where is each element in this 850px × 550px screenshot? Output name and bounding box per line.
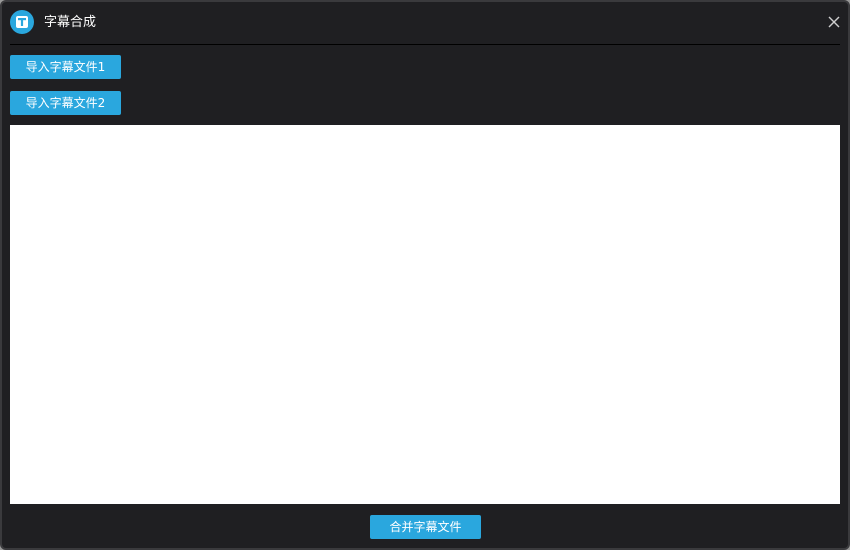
import-subtitle-1-button[interactable]: 导入字幕文件1 xyxy=(10,55,121,79)
app-window: 字幕合成 导入字幕文件1 导入字幕文件2 合并字幕文件 xyxy=(0,0,850,550)
subtitle-preview-area[interactable] xyxy=(10,125,840,504)
close-icon[interactable] xyxy=(824,12,844,32)
window-title: 字幕合成 xyxy=(44,15,97,30)
title-divider xyxy=(10,44,840,45)
title-bar: 字幕合成 xyxy=(2,2,848,44)
app-logo-icon xyxy=(10,10,34,34)
import-subtitle-2-button[interactable]: 导入字幕文件2 xyxy=(10,91,121,115)
merge-subtitles-button[interactable]: 合并字幕文件 xyxy=(370,515,481,539)
